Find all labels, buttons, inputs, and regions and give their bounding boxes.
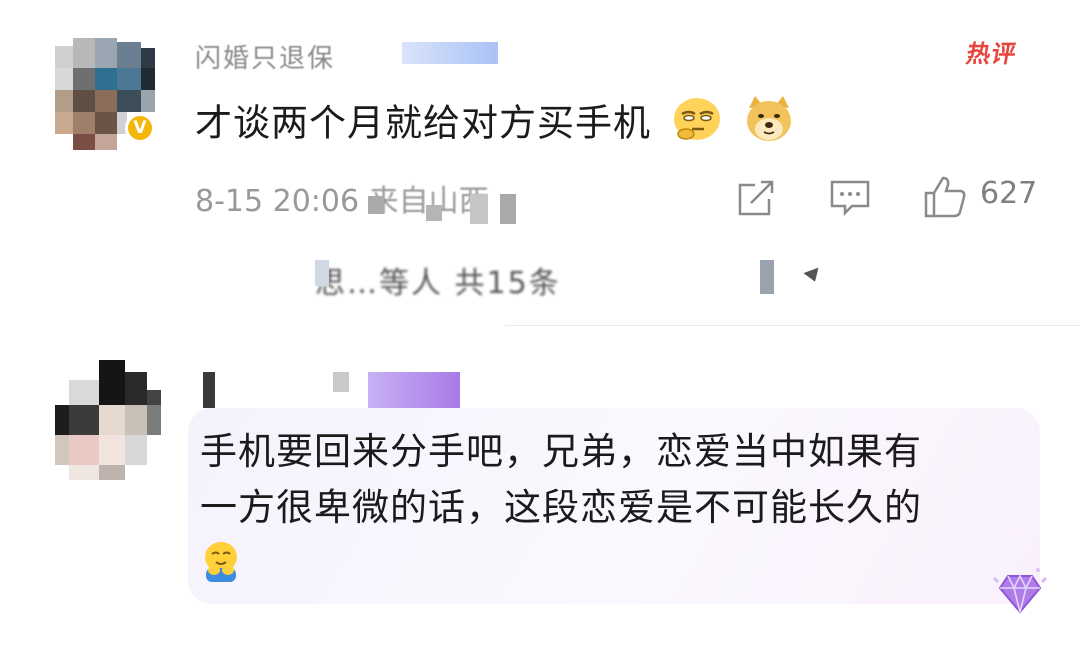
share-icon (738, 180, 774, 216)
view-replies-link[interactable]: 思…等人 共15条 (315, 258, 561, 302)
pixelated-avatar-image (55, 360, 163, 480)
like-count: 627 (980, 176, 1038, 211)
comment-1-text: 才谈两个月就给对方买手机 (195, 94, 795, 156)
comment-2-text-line-1: 手机要回来分手吧，兄弟，恋爱当中如果有 (200, 430, 922, 473)
location-redaction (500, 194, 516, 224)
share-button[interactable] (734, 176, 778, 220)
reply-button[interactable] (826, 176, 874, 220)
avatar-commenter-2[interactable] (55, 360, 163, 480)
comment-2-text: 手机要回来分手吧，兄弟，恋爱当中如果有 一方很卑微的话，这段恋爱是不可能长久的 (200, 424, 1030, 600)
comment-2-text-line-2: 一方很卑微的话，这段恋爱是不可能长久的 (200, 486, 922, 529)
replies-redaction (315, 260, 329, 286)
commenter-2-username-redaction (333, 372, 349, 392)
hug-emoji (205, 542, 237, 582)
verified-badge-icon: V (125, 113, 155, 143)
location-redaction (470, 194, 488, 224)
comment-2-emoji-line (200, 538, 1030, 600)
chevron-right-icon (803, 267, 823, 285)
comment-1-timestamp: 8-15 20:06 (195, 184, 360, 219)
location-redaction (426, 205, 442, 221)
location-redaction (368, 196, 384, 214)
doge-emoji (743, 94, 795, 156)
username-suffix-redaction (402, 42, 498, 64)
comment-1-meta: 8-15 20:06 来自山西 (195, 176, 489, 220)
comment-icon (830, 180, 870, 217)
thinking-face-emoji (672, 96, 722, 154)
hot-comment-tag: 热评 (964, 40, 1020, 68)
comment-divider (505, 325, 1080, 326)
thumbs-up-icon (924, 176, 966, 218)
like-button[interactable] (920, 172, 970, 222)
commenter-1-username[interactable]: 闪婚只退保 (195, 44, 335, 75)
avatar-commenter-1[interactable]: V (55, 38, 155, 150)
commenter-2-username-highlight[interactable] (368, 372, 460, 408)
gem-badge-icon (992, 562, 1048, 618)
commenter-2-username-redaction (203, 372, 215, 408)
replies-redaction (760, 260, 774, 294)
